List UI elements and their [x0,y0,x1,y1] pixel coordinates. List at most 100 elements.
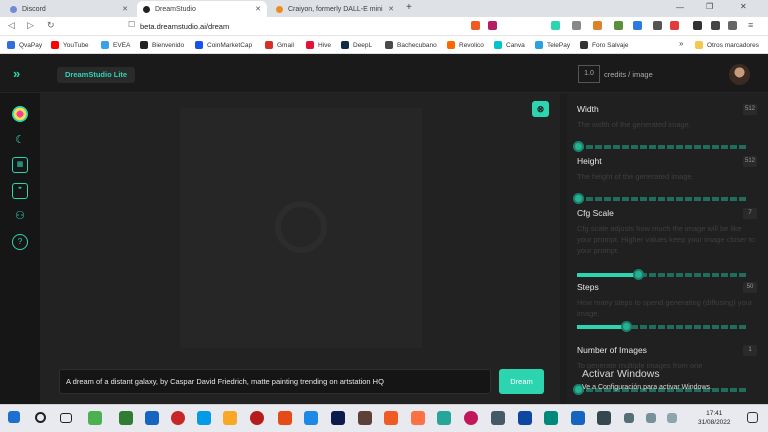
forward-icon[interactable]: ▷ [27,20,34,31]
taskbar-app-icon[interactable] [197,411,211,425]
dream-button[interactable]: Dream [499,369,544,394]
bookmark-bachecubano[interactable]: Bachecubano [385,39,437,51]
extension-icon[interactable] [593,21,602,30]
taskbar-app-icon[interactable] [145,411,159,425]
bachecubano-icon [385,41,393,49]
bookmark-coinmarketcap[interactable]: CoinMarketCap [195,39,252,51]
minimize-icon[interactable]: — [676,3,684,12]
dream-generator-icon[interactable] [12,106,28,122]
taskbar-app-icon[interactable] [491,411,505,425]
height-slider[interactable] [573,193,747,204]
slider-thumb[interactable] [632,269,644,280]
control-value[interactable]: 7 [743,208,757,219]
bookmark-foro-salvaje[interactable]: Foro Salvaje [580,39,629,51]
taskbar-app-icon[interactable] [358,411,372,425]
extension-icon[interactable] [711,21,720,30]
extension-icon[interactable] [614,21,623,30]
close-tab-icon[interactable]: ✕ [255,5,261,13]
brave-shield-icon[interactable] [471,21,480,30]
bookmark-hive[interactable]: Hive [306,39,331,51]
word-icon[interactable] [571,411,585,425]
menu-kebab-icon[interactable]: ≡ [748,20,753,30]
bookmark-evea[interactable]: EVEA [101,39,130,51]
chat-feedback-icon[interactable]: ❞ [12,183,28,199]
taskbar-app-icon[interactable] [88,411,102,425]
bookmark-otros-marcadores[interactable]: Otros marcadores [695,39,759,51]
close-window-icon[interactable]: ✕ [740,2,747,11]
system-clock[interactable]: 17:41 31/08/2022 [698,409,731,427]
discord-icon [10,5,17,13]
taskbar-app-icon[interactable] [437,411,451,425]
clear-canvas-button[interactable]: ⊗ [532,101,549,117]
extension-icon[interactable] [670,21,679,30]
taskbar-app-icon[interactable] [518,411,532,425]
control-value[interactable]: 512 [742,104,757,115]
bookmark-page-icon[interactable]: ☐ [128,20,135,29]
bookmark-label: EVEA [113,41,131,49]
brave-rewards-icon[interactable] [488,21,497,30]
extension-icon[interactable] [693,21,702,30]
taskbar-app-icon[interactable] [250,411,264,425]
extension-icon[interactable] [653,21,662,30]
tab-dreamstudio[interactable]: DreamStudio ✕ [137,1,267,17]
restore-icon[interactable]: ❐ [706,2,713,11]
extensions-puzzle-icon[interactable] [728,21,737,30]
moon-stars-icon[interactable]: ☾ [12,132,28,148]
taskbar-app-icon[interactable] [119,411,133,425]
tab-craiyon[interactable]: Craiyon, formerly DALL-E mini ✕ [270,1,400,17]
extension-icon[interactable] [633,21,642,30]
control-value[interactable]: 1 [743,345,757,356]
slider-thumb[interactable] [573,141,584,152]
taskbar-app-icon[interactable] [171,411,185,425]
bookmark-qvapay[interactable]: QvaPay [7,39,42,51]
taskbar-app-icon[interactable] [597,411,611,425]
more-bookmarks-chevron-icon[interactable]: » [679,39,683,48]
task-view-icon[interactable] [60,413,72,423]
url-field[interactable]: beta.dreamstudio.ai/dream [140,20,229,33]
taskbar-app-icon[interactable] [544,411,558,425]
bookmark-bienvenido[interactable]: Bienvenido [140,39,184,51]
prompt-input[interactable]: A dream of a distant galaxy, by Caspar D… [59,369,491,394]
bookmark-telepay[interactable]: TelePay [535,39,570,51]
taskbar-app-icon[interactable] [278,411,292,425]
network-icon[interactable] [624,413,634,423]
slider-thumb[interactable] [573,193,584,204]
browser-tab-strip: Discord ✕ DreamStudio ✕ Craiyon, formerl… [0,0,768,17]
battery-icon[interactable] [667,413,677,423]
help-question-icon[interactable]: ? [12,234,28,250]
taskbar-app-icon[interactable] [411,411,425,425]
notifications-icon[interactable] [747,412,758,423]
slider-thumb[interactable] [620,321,632,332]
volume-icon[interactable] [646,413,656,423]
control-value[interactable]: 512 [742,156,757,167]
expand-menu-icon[interactable]: » [13,66,20,81]
control-value[interactable]: 50 [743,282,757,293]
close-tab-icon[interactable]: ✕ [388,5,394,13]
extension-icon[interactable] [551,21,560,30]
taskbar-app-icon[interactable] [464,411,478,425]
steps-slider[interactable] [577,321,747,332]
brave-taskbar-icon[interactable] [384,411,398,425]
new-tab-button[interactable]: + [406,2,412,13]
extension-icon[interactable] [572,21,581,30]
bookmark-gmail[interactable]: Gmail [265,39,294,51]
tab-discord[interactable]: Discord ✕ [4,1,134,17]
reload-icon[interactable]: ↻ [47,20,55,31]
search-circle-icon[interactable] [35,412,46,423]
bookmark-canva[interactable]: Canva [494,39,525,51]
width-slider[interactable] [573,141,747,152]
bookmark-label: Gmail [277,41,294,49]
cfg-scale-slider[interactable] [577,269,747,280]
avatar[interactable] [729,64,750,85]
taskbar-app-icon[interactable] [331,411,345,425]
back-icon[interactable]: ◁ [8,20,15,31]
image-history-icon[interactable]: ▦ [12,157,28,173]
bookmark-deepl[interactable]: DeepL [341,39,372,51]
taskbar-app-icon[interactable] [304,411,318,425]
start-windows-icon[interactable] [8,411,20,423]
close-tab-icon[interactable]: ✕ [122,5,128,13]
community-users-icon[interactable]: ⚇ [12,208,28,224]
bookmark-youtube[interactable]: YouTube [51,39,89,51]
bookmark-revolico[interactable]: Revolico [447,39,484,51]
taskbar-app-icon[interactable] [223,411,237,425]
